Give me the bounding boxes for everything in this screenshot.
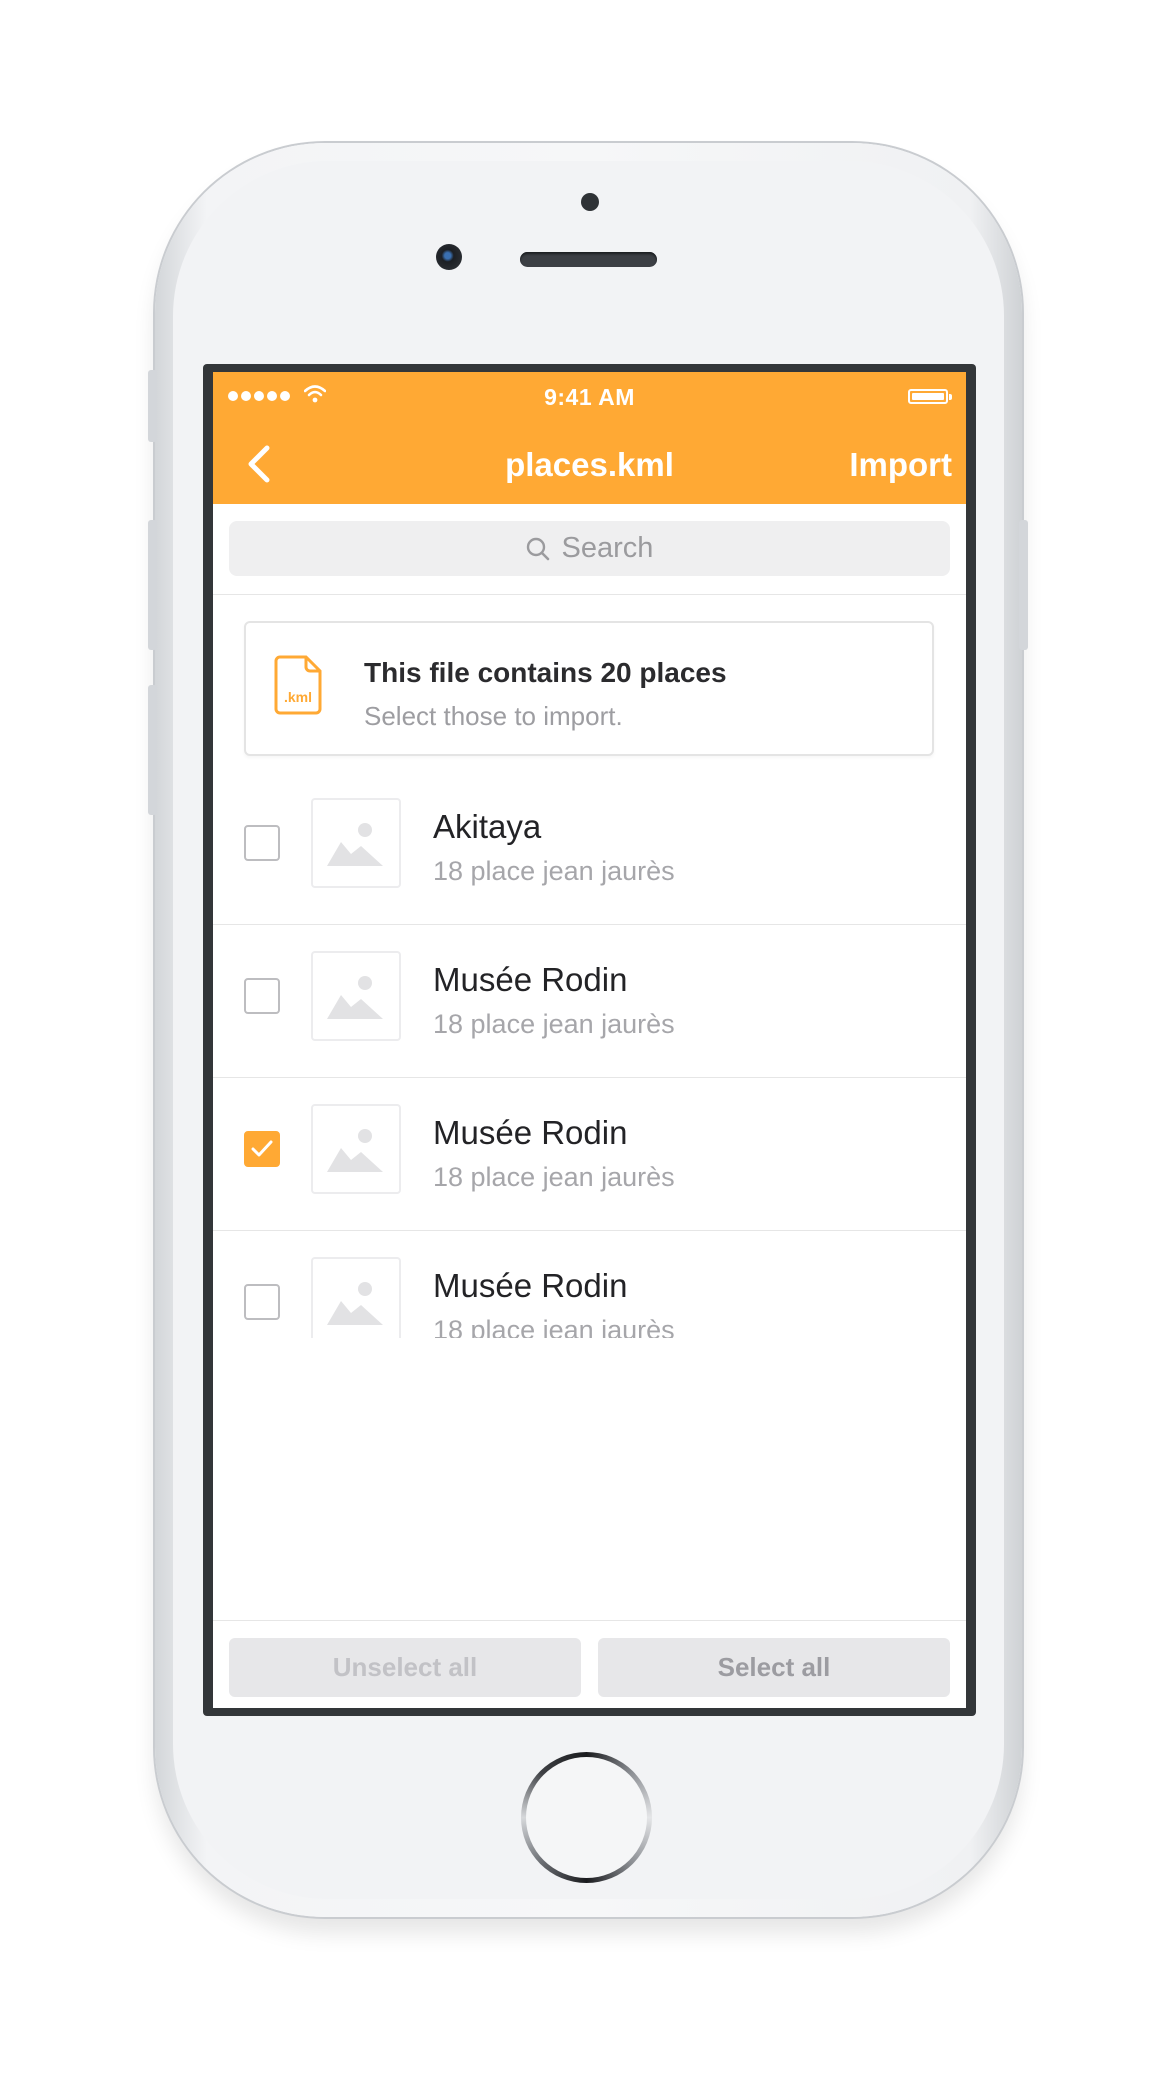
file-info-subtitle: Select those to import. bbox=[364, 701, 623, 731]
place-checkbox[interactable] bbox=[244, 978, 280, 1014]
navigation-header: 9:41 AM places.kml Import bbox=[213, 372, 966, 504]
file-info-card: .kml This file contains 20 places Select… bbox=[244, 621, 934, 756]
place-checkbox[interactable] bbox=[244, 1284, 280, 1320]
proximity-sensor bbox=[581, 193, 599, 211]
place-checkbox[interactable] bbox=[244, 825, 280, 861]
front-camera bbox=[436, 244, 462, 270]
place-thumbnail bbox=[311, 1104, 401, 1194]
place-name: Musée Rodin bbox=[433, 1114, 628, 1151]
place-row[interactable]: Musée Rodin 18 place jean jaurès bbox=[213, 1078, 966, 1231]
place-row[interactable]: Musée Rodin 18 place jean jaurès bbox=[213, 1231, 966, 1338]
image-placeholder-icon bbox=[327, 976, 383, 1019]
image-placeholder-icon bbox=[327, 823, 383, 866]
select-all-button[interactable]: Select all bbox=[598, 1638, 950, 1697]
volume-down-button bbox=[148, 685, 157, 815]
place-address: 18 place jean jaurès bbox=[433, 856, 675, 886]
place-address: 18 place jean jaurès bbox=[433, 1009, 675, 1039]
kml-file-icon: .kml bbox=[274, 655, 322, 715]
earpiece-speaker bbox=[520, 252, 657, 267]
place-row[interactable]: Musée Rodin 18 place jean jaurès bbox=[213, 925, 966, 1078]
status-time: 9:41 AM bbox=[544, 384, 635, 410]
bottom-action-bar: Unselect all Select all bbox=[213, 1620, 966, 1708]
place-address: 18 place jean jaurès bbox=[433, 1162, 675, 1192]
search-placeholder: Search bbox=[561, 532, 654, 564]
silent-switch bbox=[148, 370, 157, 442]
place-name: Musée Rodin bbox=[433, 961, 628, 998]
place-address: 18 place jean jaurès bbox=[433, 1315, 675, 1338]
kml-file-icon-label: .kml bbox=[284, 689, 312, 705]
screen-bezel: 9:41 AM places.kml Import Search .kml Th… bbox=[203, 364, 976, 1716]
place-checkbox[interactable] bbox=[244, 1131, 280, 1167]
home-button[interactable] bbox=[521, 1752, 652, 1883]
image-placeholder-icon bbox=[327, 1129, 383, 1172]
place-thumbnail bbox=[311, 798, 401, 888]
search-bar: Search bbox=[213, 504, 966, 595]
power-button bbox=[1019, 520, 1028, 650]
image-placeholder-icon bbox=[327, 1282, 383, 1325]
battery-icon bbox=[908, 389, 952, 404]
place-thumbnail bbox=[311, 1257, 401, 1338]
unselect-all-button[interactable]: Unselect all bbox=[229, 1638, 581, 1697]
app-display: 9:41 AM places.kml Import Search .kml Th… bbox=[213, 372, 966, 1708]
places-list: Akitaya 18 place jean jaurès Musée Rodin 18… bbox=[213, 772, 966, 1338]
place-row[interactable]: Akitaya 18 place jean jaurès bbox=[213, 772, 966, 925]
search-input[interactable]: Search bbox=[229, 521, 950, 576]
place-name: Akitaya bbox=[433, 808, 542, 845]
place-name: Musée Rodin bbox=[433, 1267, 628, 1304]
volume-up-button bbox=[148, 520, 157, 650]
place-thumbnail bbox=[311, 951, 401, 1041]
search-icon bbox=[526, 537, 549, 560]
file-info-title: This file contains 20 places bbox=[364, 657, 727, 688]
import-button[interactable]: Import bbox=[849, 446, 952, 484]
checkmark-icon bbox=[251, 1140, 273, 1157]
